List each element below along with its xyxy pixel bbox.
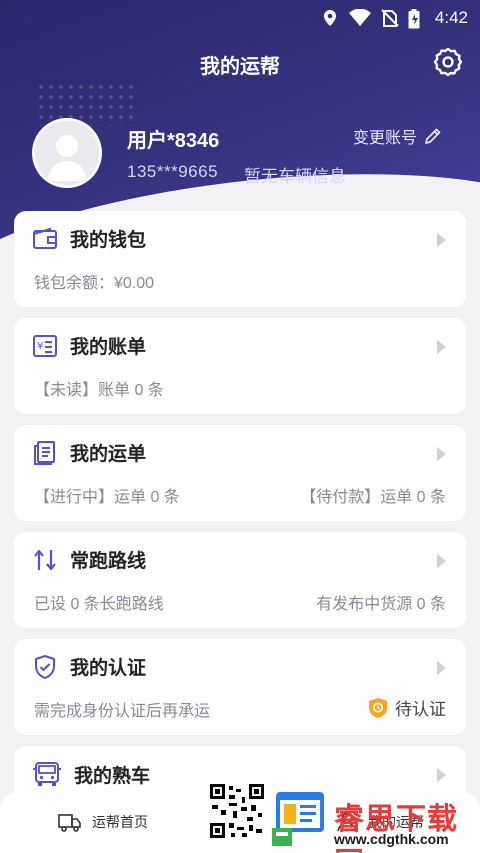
settings-gear-icon[interactable] (432, 46, 464, 78)
certification-status-label: 待认证 (395, 700, 446, 719)
certification-card[interactable]: 我的认证 需完成身份认证后再承运 待认证 (14, 639, 466, 735)
change-account-button[interactable]: 变更账号 (353, 124, 443, 148)
change-account-label: 变更账号 (353, 130, 418, 147)
route-title: 常跑路线 (70, 551, 147, 572)
no-sim-icon (381, 9, 399, 27)
tab-home[interactable]: 运帮首页 (58, 812, 148, 832)
bill-icon: ¥ (33, 334, 57, 357)
decorative-dots (36, 82, 136, 126)
wallet-icon (33, 227, 57, 249)
shield-check-icon (35, 654, 55, 679)
qr-code-image (209, 783, 265, 839)
bill-unread-count: 【未读】账单 0 条 (34, 382, 164, 399)
svg-text:¥: ¥ (37, 341, 43, 352)
wifi-icon (349, 9, 371, 26)
waybill-card[interactable]: 我的运单 【进行中】运单 0 条 【待付款】运单 0 条 (14, 425, 466, 521)
page-title: 我的运帮 (200, 56, 280, 78)
vehicle-info: 暂无车辆信息 (244, 167, 346, 186)
tab-home-label: 运帮首页 (92, 814, 148, 830)
wallet-title: 我的钱包 (70, 230, 147, 251)
chevron-right-icon (437, 661, 446, 675)
watermark-logo-icon (272, 792, 324, 846)
chevron-right-icon (437, 233, 446, 247)
status-bar: 4:42 (0, 0, 480, 34)
waybill-in-progress: 【进行中】运单 0 条 (34, 489, 180, 506)
certification-hint: 需完成身份认证后再承运 (34, 703, 211, 720)
watermark-overlay: 睿思下载网 www.cdgthk.com (206, 778, 480, 853)
battery-icon (408, 9, 420, 29)
truck-icon (58, 814, 81, 832)
phone-number: 135***9665 (127, 162, 219, 181)
route-arrows-icon (34, 549, 56, 570)
chevron-right-icon (437, 340, 446, 354)
bill-card[interactable]: ¥ 我的账单 【未读】账单 0 条 (14, 318, 466, 414)
familiar-vehicle-title: 我的熟车 (74, 765, 151, 787)
vehicle-icon (33, 762, 61, 786)
wallet-balance: 钱包余额：¥0.00 (34, 275, 155, 292)
route-cargo-count: 有发布中货源 0 条 (316, 596, 446, 613)
certification-status: 待认证 (369, 695, 446, 720)
waybill-document-icon (34, 440, 55, 465)
route-card[interactable]: 常跑路线 已设 0 条长跑路线 有发布中货源 0 条 (14, 532, 466, 628)
status-time: 4:42 (434, 8, 468, 27)
waybill-title: 我的运单 (70, 444, 147, 465)
bill-title: 我的账单 (70, 337, 147, 358)
edit-pencil-icon (425, 128, 441, 144)
username: 用户*8346 (127, 130, 220, 152)
user-placeholder-icon (47, 135, 87, 181)
chevron-right-icon (437, 554, 446, 568)
chevron-right-icon (437, 447, 446, 461)
watermark-url: www.cdgthk.com (334, 831, 449, 847)
location-icon (324, 10, 336, 26)
avatar[interactable] (32, 118, 102, 188)
qr-code (206, 780, 268, 842)
route-count: 已设 0 条长跑路线 (34, 596, 164, 613)
wallet-card[interactable]: 我的钱包 钱包余额：¥0.00 (14, 211, 466, 307)
waybill-pending-payment: 【待付款】运单 0 条 (300, 489, 446, 506)
certification-title: 我的认证 (70, 658, 147, 679)
pending-shield-icon (369, 697, 387, 718)
